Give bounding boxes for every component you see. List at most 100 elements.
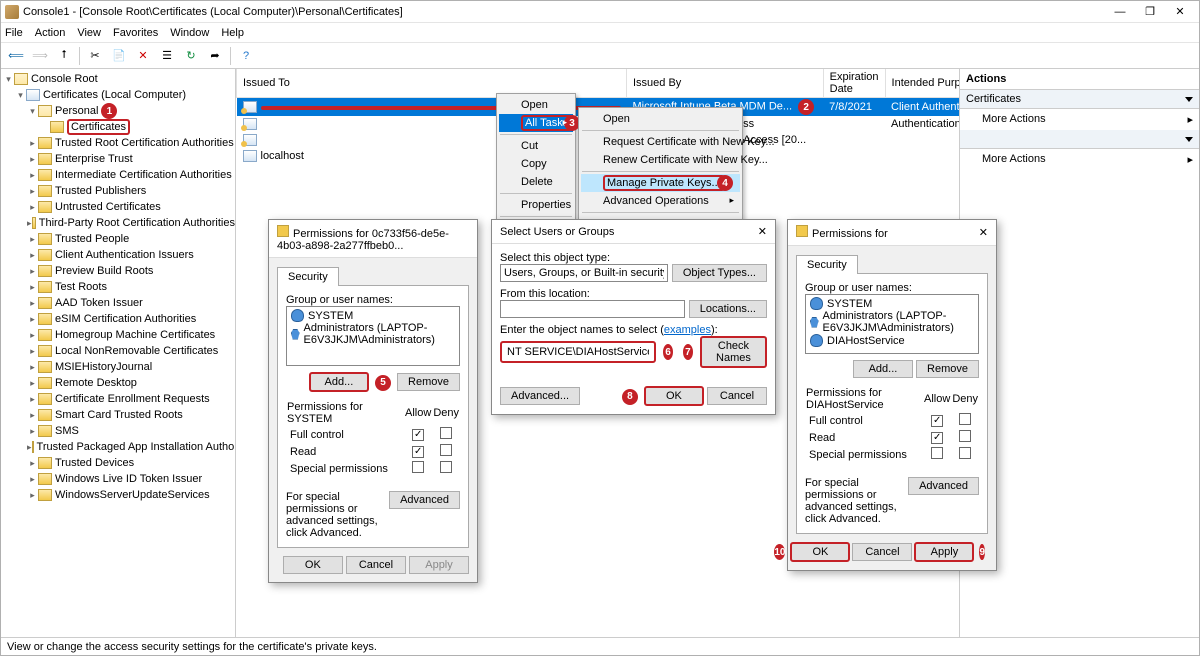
tree-item[interactable]: ▸Homegroup Machine Certificates — [1, 327, 235, 343]
actions-more-1[interactable]: More Actions ▸ — [960, 109, 1199, 130]
tree-item[interactable]: ▸Untrusted Certificates — [1, 199, 235, 215]
tree-item[interactable]: ▸AAD Token Issuer — [1, 295, 235, 311]
tree-personal[interactable]: ▾Personal 1 — [1, 103, 235, 119]
tree-certificates-local[interactable]: ▾Certificates (Local Computer) — [1, 87, 235, 103]
tree-item[interactable]: ▸Trusted People — [1, 231, 235, 247]
ok-select-button[interactable]: OK — [644, 386, 704, 406]
security-tab-2[interactable]: Security — [796, 255, 858, 274]
delete-icon[interactable]: ✕ — [132, 45, 154, 67]
close-icon[interactable]: ✕ — [758, 225, 767, 238]
menu-window[interactable]: Window — [170, 27, 209, 39]
advanced-button[interactable]: Advanced — [389, 491, 460, 509]
tree-item[interactable]: ▸Certificate Enrollment Requests — [1, 391, 235, 407]
tree-item[interactable]: ▸Trusted Packaged App Installation Autho… — [1, 439, 235, 455]
copy-icon[interactable]: 📄 — [108, 45, 130, 67]
close-button[interactable]: ✕ — [1165, 2, 1195, 22]
up-button[interactable]: ⭡ — [53, 45, 75, 67]
context-submenu[interactable]: Open Request Certificate with New Key...… — [578, 107, 743, 236]
tree-item[interactable]: ▸Windows Live ID Token Issuer — [1, 471, 235, 487]
tree-item[interactable]: ▸Trusted Devices — [1, 455, 235, 471]
object-types-button[interactable]: Object Types... — [672, 264, 767, 282]
close-icon[interactable]: ✕ — [979, 226, 988, 239]
minimize-button[interactable]: — — [1105, 2, 1135, 22]
ctx-open[interactable]: Open — [499, 96, 573, 114]
tree-item[interactable]: ▸eSIM Certification Authorities — [1, 311, 235, 327]
remove-button-2[interactable]: Remove — [916, 360, 979, 378]
cut-icon[interactable]: ✂ — [84, 45, 106, 67]
locations-button[interactable]: Locations... — [689, 300, 767, 318]
object-names-input[interactable] — [504, 343, 652, 361]
context-menu[interactable]: Open All Tasks 3 Cut Copy Delete Propert… — [496, 93, 576, 240]
tree-item[interactable]: ▸Trusted Root Certification Authorities — [1, 135, 235, 151]
maximize-button[interactable]: ❐ — [1135, 2, 1165, 22]
tree-item[interactable]: ▸Enterprise Trust — [1, 151, 235, 167]
permissions-dialog-2[interactable]: Permissions for✕ Security Group or user … — [787, 219, 997, 571]
ctx-cut[interactable]: Cut — [499, 137, 573, 155]
tree-item[interactable]: ▸Smart Card Trusted Roots — [1, 407, 235, 423]
step-1-badge: 1 — [101, 103, 117, 119]
add-button[interactable]: Add... — [309, 372, 369, 392]
tree-item[interactable]: ▸WindowsServerUpdateServices — [1, 487, 235, 503]
menu-favorites[interactable]: Favorites — [113, 27, 158, 39]
export-icon[interactable]: ➦ — [204, 45, 226, 67]
users-list-2[interactable]: SYSTEMAdministrators (LAPTOP-E6V3JKJM\Ad… — [805, 294, 979, 354]
apply-button-2[interactable]: Apply — [914, 542, 974, 562]
refresh-icon[interactable]: ↻ — [180, 45, 202, 67]
ctx-properties[interactable]: Properties — [499, 196, 573, 214]
tree-pane[interactable]: ▾Console Root ▾Certificates (Local Compu… — [1, 69, 236, 637]
menu-action[interactable]: Action — [35, 27, 66, 39]
menu-view[interactable]: View — [77, 27, 101, 39]
ok-button-2[interactable]: OK — [790, 542, 850, 562]
column-header[interactable]: Expiration Date — [823, 69, 885, 98]
column-header[interactable]: Issued By — [627, 69, 824, 98]
apply-button[interactable]: Apply — [409, 556, 469, 574]
tree-item[interactable]: ▸Client Authentication Issuers — [1, 247, 235, 263]
forward-button[interactable]: ⟹ — [29, 45, 51, 67]
security-tab[interactable]: Security — [277, 267, 339, 286]
tree-item[interactable]: ▸Intermediate Certification Authorities — [1, 167, 235, 183]
tree-item[interactable]: ▸Trusted Publishers — [1, 183, 235, 199]
menu-help[interactable]: Help — [221, 27, 244, 39]
tree-item[interactable]: ▸Remote Desktop — [1, 375, 235, 391]
column-header[interactable]: Intended Purposes — [885, 69, 959, 98]
sub-manage-private-keys[interactable]: Manage Private Keys... 4 — [581, 174, 740, 192]
advanced-select-button[interactable]: Advanced... — [500, 387, 580, 405]
tree-console-root[interactable]: ▾Console Root — [1, 71, 235, 87]
cancel-button-2[interactable]: Cancel — [852, 543, 912, 561]
examples-link[interactable]: examples — [664, 324, 711, 336]
actions-certificates[interactable]: Certificates — [960, 90, 1199, 109]
menu-bar: File Action View Favorites Window Help — [1, 23, 1199, 43]
ok-button[interactable]: OK — [283, 556, 343, 574]
properties-icon[interactable]: ☰ — [156, 45, 178, 67]
tree-item[interactable]: ▸Local NonRemovable Certificates — [1, 343, 235, 359]
tree-item[interactable]: ▸MSIEHistoryJournal — [1, 359, 235, 375]
sub-open[interactable]: Open — [581, 110, 740, 128]
advanced-button-2[interactable]: Advanced — [908, 477, 979, 495]
check-names-button[interactable]: Check Names — [700, 336, 767, 368]
permissions-dialog-1[interactable]: Permissions for 0c733f56-de5e-4b03-a898-… — [268, 219, 478, 583]
sub-advanced-ops[interactable]: Advanced Operations — [581, 192, 740, 210]
select-users-dialog[interactable]: Select Users or Groups✕ Select this obje… — [491, 219, 776, 415]
remove-button[interactable]: Remove — [397, 373, 460, 391]
menu-file[interactable]: File — [5, 27, 23, 39]
sub-request-new-key[interactable]: Request Certificate with New Key... — [581, 133, 740, 151]
ctx-all-tasks[interactable]: All Tasks 3 — [499, 114, 573, 132]
tree-item[interactable]: ▸Preview Build Roots — [1, 263, 235, 279]
cancel-select-button[interactable]: Cancel — [707, 387, 767, 405]
tree-item[interactable]: ▸Third-Party Root Certification Authorit… — [1, 215, 235, 231]
actions-selected[interactable] — [960, 130, 1199, 149]
tree-item[interactable]: ▸SMS — [1, 423, 235, 439]
step-9-badge: 9 — [979, 544, 985, 560]
ctx-delete[interactable]: Delete — [499, 173, 573, 191]
add-button-2[interactable]: Add... — [853, 360, 913, 378]
actions-more-2[interactable]: More Actions ▸ — [960, 149, 1199, 170]
tree-personal-certificates[interactable]: Certificates — [1, 119, 235, 135]
users-list[interactable]: SYSTEMAdministrators (LAPTOP-E6V3JKJM\Ad… — [286, 306, 460, 366]
help-icon[interactable]: ? — [235, 45, 257, 67]
back-button[interactable]: ⟸ — [5, 45, 27, 67]
tree-item[interactable]: ▸Test Roots — [1, 279, 235, 295]
step-6-badge: 6 — [663, 344, 673, 360]
ctx-copy[interactable]: Copy — [499, 155, 573, 173]
cancel-button[interactable]: Cancel — [346, 556, 406, 574]
sub-renew-new-key[interactable]: Renew Certificate with New Key... — [581, 151, 740, 169]
